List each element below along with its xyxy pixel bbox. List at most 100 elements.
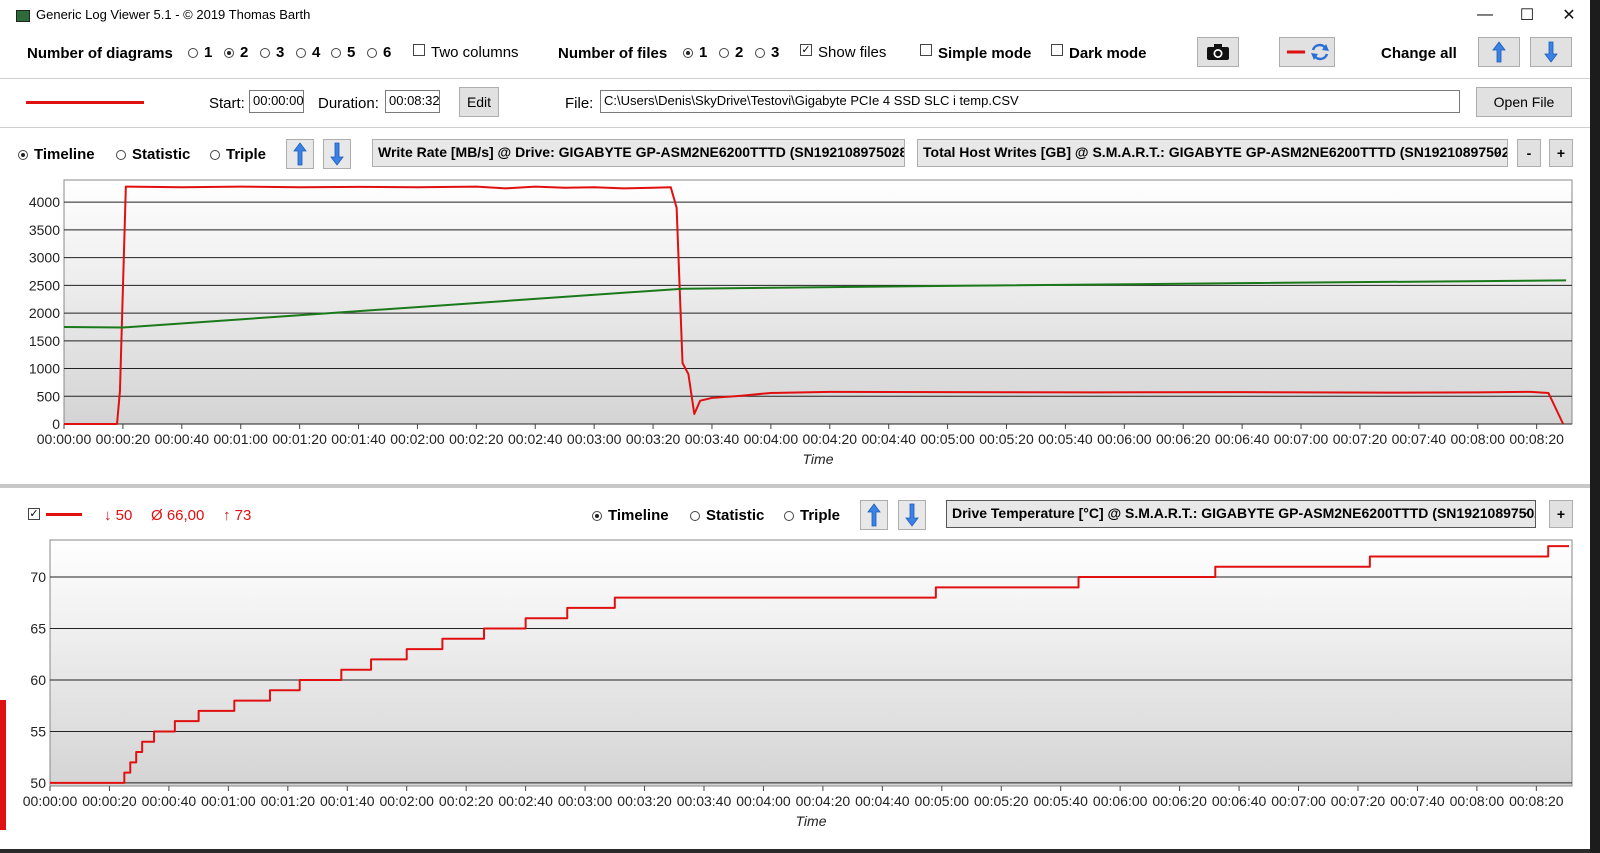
x-tick-label: 00:06:40 xyxy=(1212,793,1267,809)
x-tick-label: 00:06:20 xyxy=(1156,431,1211,447)
d2-timeline-radio[interactable] xyxy=(592,511,602,521)
toolbar: Number of diagrams 1 2 3 4 5 6 Two colum… xyxy=(0,30,1590,78)
y-tick-label: 3500 xyxy=(29,222,60,238)
file-path-input[interactable]: C:\Users\Denis\SkyDrive\Testovi\Gigabyte… xyxy=(600,90,1460,113)
d2-series-select[interactable]: Drive Temperature [°C] @ S.M.A.R.T.: GIG… xyxy=(946,500,1536,528)
y-tick-label: 2500 xyxy=(29,277,60,293)
d2-series-color-line[interactable] xyxy=(46,513,82,516)
arrow-down-icon xyxy=(1544,41,1558,63)
d2-series-select-value: Drive Temperature [°C] @ S.M.A.R.T.: GIG… xyxy=(952,505,1536,521)
series-color-line[interactable] xyxy=(26,101,144,104)
d1-series1-select[interactable]: Write Rate [MB/s] @ Drive: GIGABYTE GP-A… xyxy=(372,139,905,167)
x-tick-label: 00:04:40 xyxy=(855,793,910,809)
minimize-button[interactable]: — xyxy=(1462,0,1508,30)
d1-add-series-button[interactable]: + xyxy=(1549,139,1573,167)
x-tick-label: 00:07:00 xyxy=(1274,431,1329,447)
app-window: Generic Log Viewer 5.1 - © 2019 Thomas B… xyxy=(0,0,1590,849)
color-swap-button[interactable] xyxy=(1279,37,1335,67)
two-columns-label: Two columns xyxy=(431,44,519,61)
y-tick-label: 65 xyxy=(30,621,46,637)
x-tick-label: 00:01:20 xyxy=(272,431,327,447)
screenshot-button[interactable] xyxy=(1197,37,1239,67)
x-tick-label: 00:07:40 xyxy=(1390,793,1445,809)
d2-move-up-button[interactable] xyxy=(860,500,888,530)
x-tick-label: 00:00:00 xyxy=(37,431,92,447)
d2-series-visible-checkbox[interactable]: ✓ xyxy=(28,508,40,520)
d1-move-up-button[interactable] xyxy=(286,139,314,169)
x-tick-label: 00:06:40 xyxy=(1215,431,1270,447)
x-axis-title: Time xyxy=(803,451,834,467)
x-tick-label: 00:00:20 xyxy=(82,793,137,809)
temperature-chart: 505560657000:00:00 00:00:20 00:00:40 00:01:… xyxy=(23,539,1573,829)
d2-move-down-button[interactable] xyxy=(898,500,926,530)
d1-move-down-button[interactable] xyxy=(323,139,351,169)
d1-triple-radio[interactable] xyxy=(210,150,220,160)
x-tick-label: 00:05:40 xyxy=(1033,793,1088,809)
maximize-button[interactable]: ☐ xyxy=(1504,0,1550,30)
x-tick-label: 00:05:20 xyxy=(979,431,1034,447)
x-tick-label: 00:00:40 xyxy=(155,431,210,447)
d1-remove-series-button[interactable]: - xyxy=(1517,139,1541,167)
d1-series2-select-value: Total Host Writes [GB] @ S.M.A.R.T.: GIG… xyxy=(923,144,1508,160)
camera-icon xyxy=(1207,44,1229,60)
x-tick-label: 00:02:00 xyxy=(390,431,445,447)
files-radio-3[interactable] xyxy=(755,48,765,58)
d2-statistic-radio[interactable] xyxy=(690,511,700,521)
d2-triple-label: Triple xyxy=(800,507,841,524)
diagram-splitter[interactable] xyxy=(0,484,1590,488)
diagrams-radio-2-label: 2 xyxy=(240,44,249,61)
d1-triple-label: Triple xyxy=(226,146,267,163)
open-file-button[interactable]: Open File xyxy=(1476,87,1572,117)
move-down-all-button[interactable] xyxy=(1530,37,1572,67)
x-tick-label: 00:03:20 xyxy=(617,793,672,809)
title-bar: Generic Log Viewer 5.1 - © 2019 Thomas B… xyxy=(0,0,1590,30)
edit-button[interactable]: Edit xyxy=(459,87,499,117)
diagrams-radio-4[interactable] xyxy=(296,48,306,58)
x-tick-label: 00:04:00 xyxy=(744,431,799,447)
file-bar-divider xyxy=(0,127,1590,128)
arrow-up-icon xyxy=(1492,41,1506,63)
d1-series2-select[interactable]: Total Host Writes [GB] @ S.M.A.R.T.: GIG… xyxy=(917,139,1508,167)
start-input[interactable]: 00:00:00 xyxy=(249,90,304,113)
diagrams-radio-3[interactable] xyxy=(260,48,270,58)
diagrams-radio-2[interactable] xyxy=(224,48,234,58)
x-tick-label: 00:05:00 xyxy=(920,431,975,447)
x-tick-label: 00:01:00 xyxy=(213,431,268,447)
x-tick-label: 00:02:40 xyxy=(498,793,553,809)
simple-mode-checkbox[interactable] xyxy=(920,44,932,56)
x-tick-label: 00:04:40 xyxy=(861,431,916,447)
x-tick-label: 00:02:20 xyxy=(439,793,494,809)
show-files-checkbox[interactable]: ✓ xyxy=(800,44,812,56)
d1-timeline-radio[interactable] xyxy=(18,150,28,160)
chevron-down-icon: ⌄ xyxy=(1520,506,1530,518)
x-axis-title: Time xyxy=(796,813,827,829)
arrow-up-icon xyxy=(293,142,307,166)
dark-mode-checkbox[interactable] xyxy=(1051,44,1063,56)
diagrams-radio-1[interactable] xyxy=(188,48,198,58)
files-radio-2[interactable] xyxy=(719,48,729,58)
x-tick-label: 00:01:00 xyxy=(201,793,256,809)
y-tick-label: 60 xyxy=(30,672,46,688)
y-tick-label: 70 xyxy=(30,569,46,585)
x-tick-label: 00:01:40 xyxy=(331,431,386,447)
x-tick-label: 00:00:00 xyxy=(23,793,78,809)
files-radio-3-label: 3 xyxy=(771,44,780,61)
duration-input[interactable]: 00:08:32 xyxy=(385,90,440,113)
files-radio-1[interactable] xyxy=(683,48,693,58)
d1-statistic-radio[interactable] xyxy=(116,150,126,160)
diagrams-radio-6[interactable] xyxy=(367,48,377,58)
move-up-all-button[interactable] xyxy=(1478,37,1520,67)
x-tick-label: 00:03:00 xyxy=(558,793,613,809)
diagrams-radio-5[interactable] xyxy=(331,48,341,58)
x-tick-label: 00:01:40 xyxy=(320,793,375,809)
x-tick-label: 00:05:20 xyxy=(974,793,1029,809)
d2-add-series-button[interactable]: + xyxy=(1549,500,1573,528)
diagrams-radio-3-label: 3 xyxy=(276,44,285,61)
close-button[interactable]: ✕ xyxy=(1546,0,1592,30)
x-tick-label: 00:05:00 xyxy=(915,793,970,809)
x-tick-label: 00:06:00 xyxy=(1097,431,1152,447)
two-columns-checkbox[interactable] xyxy=(413,44,425,56)
desktop-background xyxy=(0,849,1600,853)
d2-triple-radio[interactable] xyxy=(784,511,794,521)
x-tick-label: 00:05:40 xyxy=(1038,431,1093,447)
